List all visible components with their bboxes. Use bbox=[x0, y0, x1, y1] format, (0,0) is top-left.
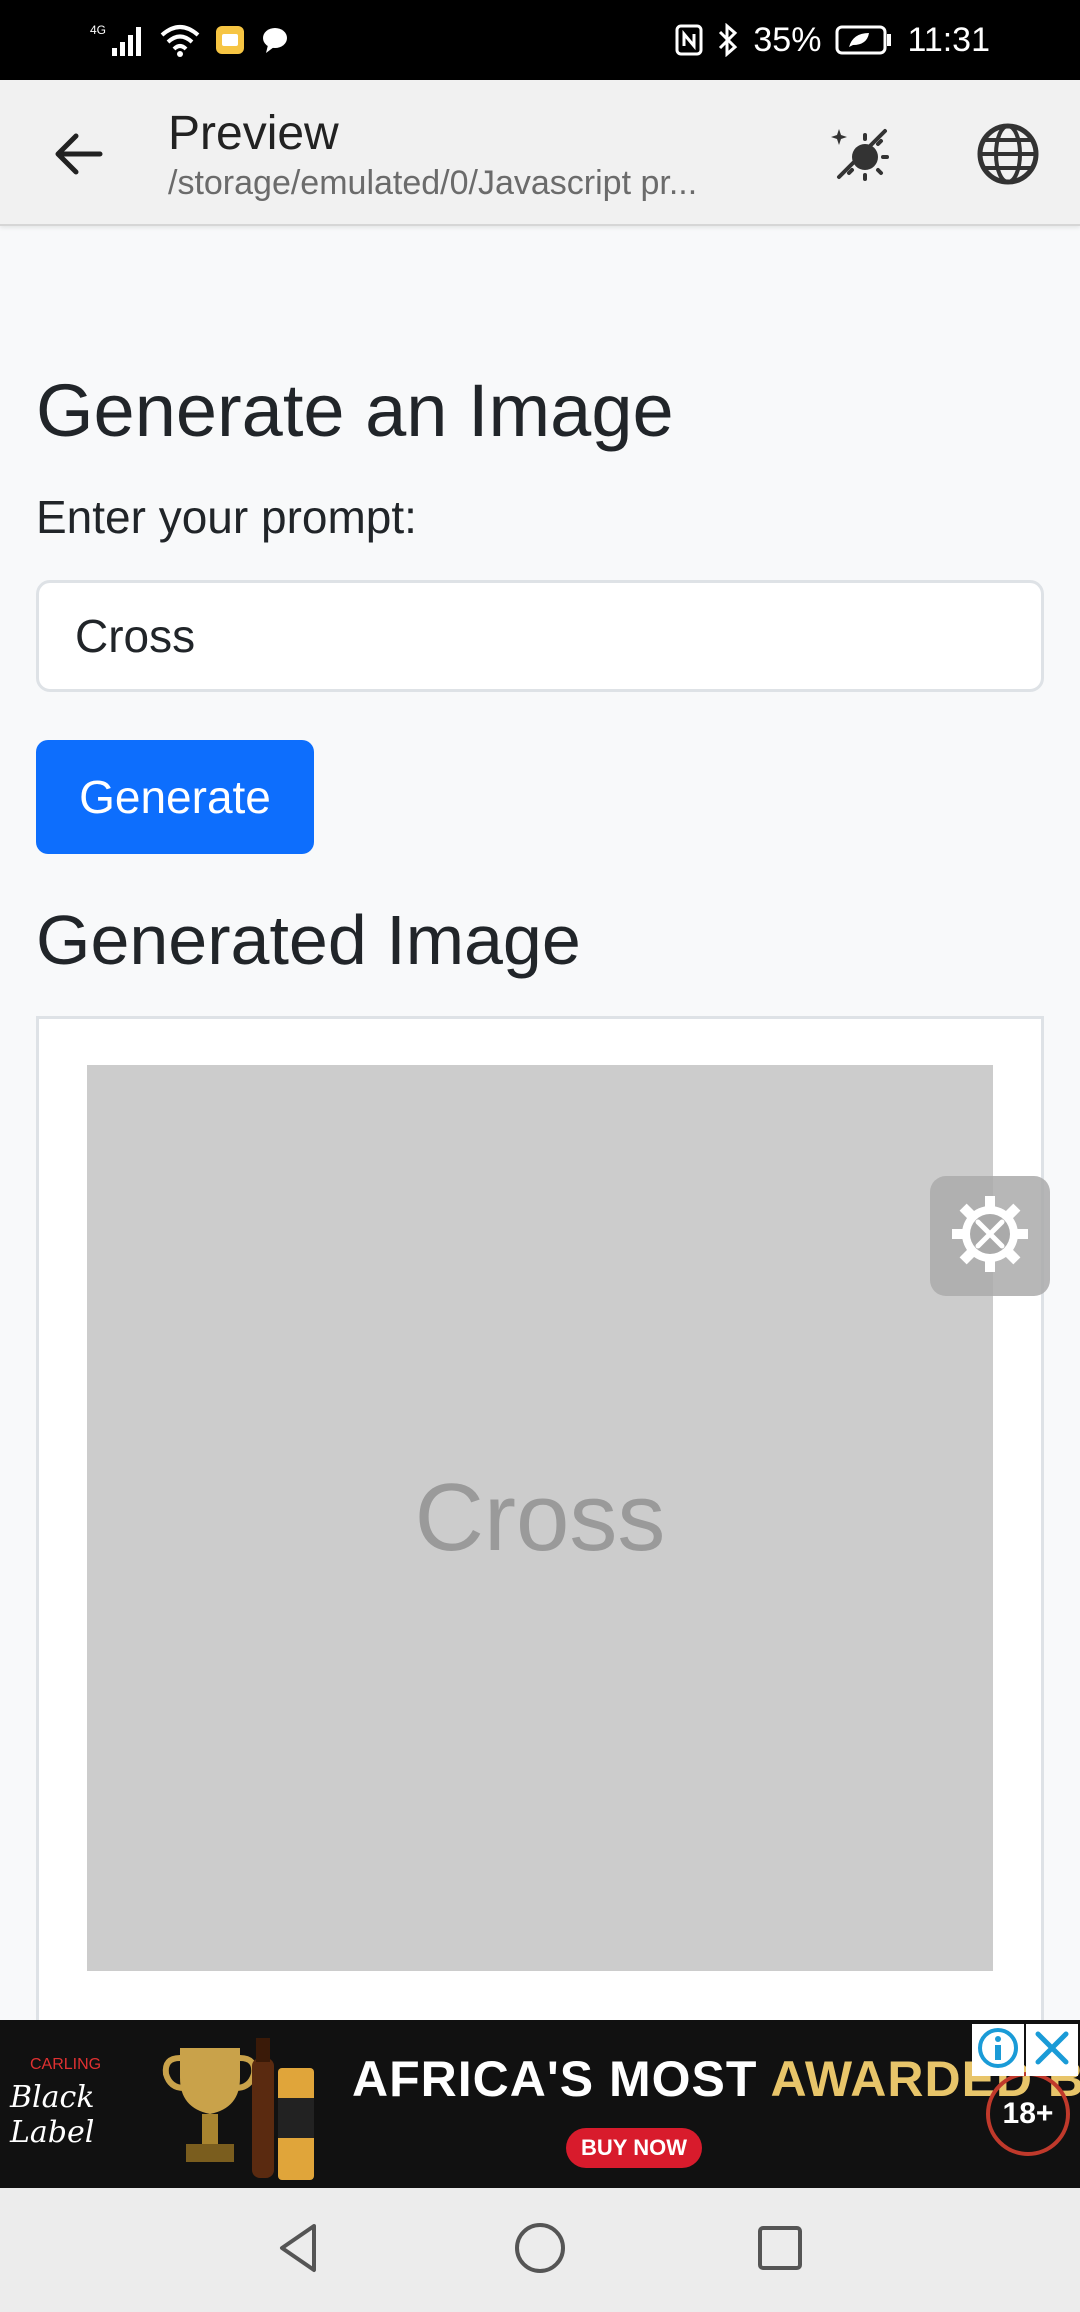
file-path: /storage/emulated/0/Javascript pr... bbox=[168, 164, 698, 202]
ad-close-button[interactable] bbox=[1026, 2024, 1078, 2076]
back-button[interactable] bbox=[40, 118, 116, 194]
battery-percent: 35% bbox=[753, 20, 822, 59]
app-title: Preview bbox=[168, 107, 339, 160]
wifi-icon bbox=[160, 20, 200, 60]
generated-image-card: Cross bbox=[36, 1016, 1044, 2026]
battery-icon bbox=[835, 20, 893, 60]
theme-toggle-button[interactable] bbox=[822, 116, 902, 196]
floating-tools-button[interactable] bbox=[930, 1176, 1050, 1296]
browser-button[interactable] bbox=[968, 116, 1048, 196]
ad-brand-logo: Black Label bbox=[10, 2080, 95, 2150]
title-block: Preview /storage/emulated/0/Javascript p… bbox=[168, 106, 788, 204]
nav-recents-button[interactable] bbox=[740, 2210, 820, 2290]
page-heading: Generate an Image bbox=[36, 369, 674, 452]
age-restriction-badge: 18+ bbox=[986, 2072, 1070, 2156]
triangle-back-icon bbox=[272, 2220, 328, 2281]
signal-icon: 4G bbox=[90, 20, 146, 60]
status-right: 35% 11:31 bbox=[675, 20, 990, 60]
info-icon bbox=[976, 2026, 1020, 2075]
chat-notification-icon bbox=[260, 20, 290, 60]
theme-toggle-icon bbox=[829, 121, 895, 192]
ad-banner[interactable]: CARLING Black Label AFRICA'S MOST AWARDE… bbox=[0, 2020, 1080, 2188]
generate-button[interactable]: Generate bbox=[36, 740, 314, 854]
svg-text:4G: 4G bbox=[90, 23, 106, 37]
bluetooth-icon bbox=[717, 20, 739, 60]
gear-wrench-icon bbox=[948, 1192, 1032, 1281]
generated-image: Cross bbox=[87, 1065, 993, 1971]
system-nav-bar bbox=[0, 2188, 1080, 2312]
trophy-and-bottle-image bbox=[160, 2028, 320, 2184]
globe-icon bbox=[976, 122, 1040, 191]
page-content: Generate an Image Enter your prompt: Gen… bbox=[0, 228, 1080, 2026]
status-bar: 4G 35% 11:31 bbox=[0, 0, 1080, 80]
clock: 11:31 bbox=[907, 20, 990, 59]
ad-brand-small: CARLING bbox=[30, 2056, 102, 2073]
square-recents-icon bbox=[754, 2222, 806, 2279]
ad-headline: AFRICA'S MOST AWARDED BEER bbox=[352, 2050, 1080, 2108]
notification-app-icon bbox=[214, 20, 246, 60]
result-heading: Generated Image bbox=[36, 901, 581, 979]
circle-home-icon bbox=[512, 2220, 568, 2281]
arrow-left-icon bbox=[50, 126, 106, 187]
prompt-label: Enter your prompt: bbox=[36, 491, 417, 543]
ad-buy-now-button[interactable]: BUY NOW bbox=[566, 2128, 702, 2168]
app-bar: Preview /storage/emulated/0/Javascript p… bbox=[0, 80, 1080, 226]
status-left: 4G bbox=[90, 20, 290, 60]
ad-info-button[interactable] bbox=[972, 2024, 1024, 2076]
nfc-icon bbox=[675, 20, 703, 60]
nav-home-button[interactable] bbox=[500, 2210, 580, 2290]
prompt-input[interactable] bbox=[36, 580, 1044, 692]
nav-back-button[interactable] bbox=[260, 2210, 340, 2290]
ad-headline-main: AFRICA'S MOST bbox=[352, 2051, 771, 2107]
placeholder-text: Cross bbox=[414, 1464, 666, 1571]
close-icon bbox=[1032, 2028, 1072, 2073]
